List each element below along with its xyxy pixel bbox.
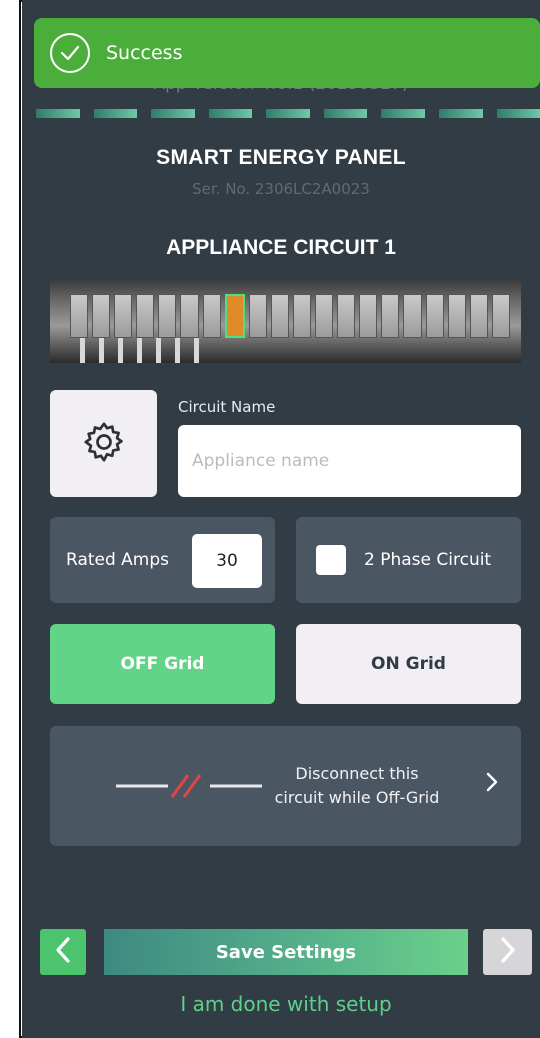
breaker	[337, 294, 356, 338]
breaker	[292, 294, 312, 338]
check-circle-icon	[50, 33, 90, 73]
previous-button[interactable]	[40, 929, 86, 975]
breaker	[491, 294, 510, 338]
breaker-panel-image	[50, 280, 521, 363]
circuit-settings-button[interactable]	[50, 390, 157, 497]
wire	[175, 338, 180, 363]
progress-step	[208, 109, 253, 118]
progress-step	[496, 109, 540, 118]
toast-text: Success	[106, 42, 183, 64]
two-phase-label: 2 Phase Circuit	[364, 550, 492, 570]
breaker	[92, 294, 111, 338]
progress-step	[323, 109, 368, 118]
chevron-right-icon	[486, 772, 498, 798]
breaker	[425, 294, 444, 338]
progress-step	[93, 109, 138, 118]
breaker	[202, 294, 221, 338]
progress-step	[266, 109, 310, 118]
breaker	[270, 294, 289, 338]
wire	[118, 338, 123, 363]
save-settings-button[interactable]: Save Settings	[104, 929, 468, 975]
breaker	[403, 294, 422, 338]
breaker	[248, 294, 267, 338]
progress-step	[36, 109, 80, 118]
breaker-row	[70, 294, 510, 338]
gear-icon	[81, 419, 127, 469]
serial-number: Ser. No. 2306LC2A0023	[192, 180, 370, 198]
breaker	[315, 294, 334, 338]
chevron-left-icon	[55, 937, 71, 967]
frame-left-border	[19, 0, 21, 1038]
rated-amps-label: Rated Amps	[66, 550, 170, 570]
wire	[137, 338, 142, 363]
chevron-right-icon	[500, 937, 516, 967]
breaker	[381, 294, 400, 338]
done-with-setup-link[interactable]: I am done with setup	[22, 992, 540, 1016]
breaker	[180, 294, 199, 338]
two-phase-checkbox[interactable]	[316, 545, 346, 575]
breaker	[447, 294, 466, 338]
next-button[interactable]	[483, 929, 532, 975]
wire	[156, 338, 161, 363]
panel-title: SMART ENERGY PANEL	[156, 146, 406, 169]
circuit-name-input[interactable]	[178, 425, 521, 497]
disconnect-text: Disconnect this circuit while Off-Grid	[272, 762, 442, 810]
success-toast[interactable]: Success	[34, 18, 540, 88]
breaker	[469, 294, 488, 338]
off-grid-button[interactable]: OFF Grid	[50, 624, 275, 704]
disconnect-off-grid-option[interactable]: Disconnect this circuit while Off-Grid	[50, 726, 521, 846]
wire	[99, 338, 104, 363]
progress-step	[438, 109, 483, 118]
selected-breaker	[224, 294, 245, 338]
setup-progress-bar	[36, 109, 540, 119]
disconnect-line-2: circuit while Off-Grid	[274, 788, 440, 807]
circuit-title: APPLIANCE CIRCUIT 1	[166, 236, 396, 259]
wire	[80, 338, 85, 363]
rated-amps-card: Rated Amps	[50, 517, 275, 603]
breaker	[136, 294, 155, 338]
rated-amps-input[interactable]	[192, 534, 262, 588]
two-phase-card[interactable]: 2 Phase Circuit	[296, 517, 521, 603]
breaker	[114, 294, 133, 338]
circuit-name-label: Circuit Name	[178, 398, 276, 416]
breaker	[359, 294, 378, 338]
disconnect-line-1: Disconnect this	[295, 764, 419, 783]
breaker	[70, 294, 89, 338]
wire	[194, 338, 199, 363]
breaker	[158, 294, 177, 338]
progress-step	[151, 109, 195, 118]
broken-wire-icon	[116, 771, 262, 805]
wire-row	[80, 338, 500, 363]
on-grid-button[interactable]: ON Grid	[296, 624, 521, 704]
app-screen: Success App Version 4.6.1 (20230327) SMA…	[22, 0, 540, 1038]
progress-step	[381, 109, 425, 118]
